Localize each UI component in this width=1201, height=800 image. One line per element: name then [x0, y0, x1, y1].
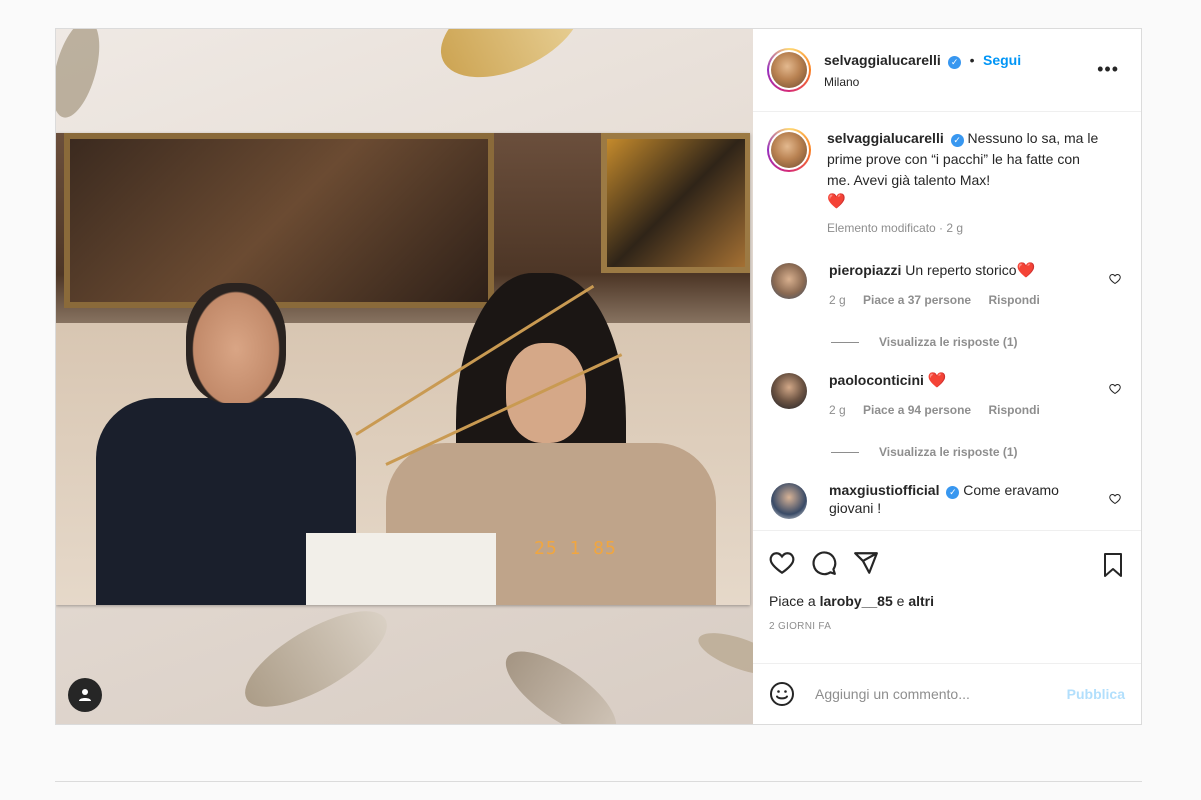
comment-item: paoloconticini ❤️ 2 g Piace a 94 persone… [767, 371, 1125, 419]
photo-paper-bag [306, 533, 496, 605]
heart-emoji: ❤️ [827, 193, 846, 210]
likes-suffix: e [896, 593, 905, 609]
comment-likes[interactable]: Piace a 94 persone [863, 403, 971, 417]
post-header: selvaggialucarelli ✓ • Segui Milano ••• [753, 29, 1141, 112]
feather-decoration [231, 593, 401, 724]
caption-avatar[interactable] [767, 128, 811, 172]
likes-prefix: Piace a [769, 593, 816, 609]
separator-dot: • [969, 51, 975, 68]
commenter-username[interactable]: pieropiazzi [829, 262, 901, 278]
vintage-photo: 25 1 85 [56, 133, 750, 605]
emoji-smiley-icon[interactable] [769, 681, 795, 707]
likes-user-link[interactable]: laroby__85 [820, 593, 893, 609]
likes-others-link[interactable]: altri [908, 593, 934, 609]
follow-button[interactable]: Segui [983, 52, 1021, 68]
commenter-username[interactable]: paoloconticini [829, 372, 924, 388]
post-location[interactable]: Milano [824, 75, 1021, 89]
feather-decoration [56, 29, 109, 123]
tagged-users-button[interactable] [68, 678, 102, 712]
more-options-icon[interactable]: ••• [1097, 59, 1119, 80]
comment-item: maxgiustiofficial ✓ Come eravamo giovani… [767, 481, 1125, 519]
replies-divider [831, 451, 859, 453]
caption-username[interactable]: selvaggialucarelli [827, 130, 944, 146]
caption-meta: Elemento modificato · 2 g [827, 221, 964, 235]
replies-divider [831, 341, 859, 343]
like-heart-icon[interactable] [769, 550, 795, 576]
heart-emoji: ❤️ [927, 372, 947, 389]
post-actions: Piace a laroby__85 e altri 2 giorni fa [753, 530, 1141, 663]
view-replies-button[interactable]: Visualizza le risposte (1) [831, 335, 1125, 349]
user-icon [79, 689, 91, 701]
photo-woman-face [506, 343, 586, 443]
feather-decoration [493, 636, 629, 724]
commenter-avatar[interactable] [771, 263, 807, 299]
likes-summary: Piace a laroby__85 e altri [769, 593, 1127, 609]
author-meta: selvaggialucarelli ✓ • Segui Milano [824, 52, 1021, 89]
like-comment-icon[interactable] [1109, 383, 1121, 398]
verified-badge-icon: ✓ [948, 55, 962, 69]
verified-badge-icon: ✓ [946, 486, 960, 499]
commenter-avatar[interactable] [771, 373, 807, 409]
reply-button[interactable]: Rispondi [988, 293, 1039, 307]
comment-text: Un reperto storico [905, 262, 1017, 278]
author-username[interactable]: selvaggialucarelli [824, 52, 941, 68]
like-comment-icon[interactable] [1109, 273, 1121, 288]
commenter-username[interactable]: maxgiustiofficial [829, 482, 939, 498]
footer-divider [55, 781, 1142, 782]
heart-emoji: ❤️ [1016, 262, 1036, 279]
view-replies-button[interactable]: Visualizza le risposte (1) [831, 445, 1125, 459]
comments-list[interactable]: selvaggialucarelli ✓ Nessuno lo sa, ma l… [753, 112, 1141, 530]
comment-age[interactable]: 2 g [829, 293, 846, 307]
post-caption: selvaggialucarelli ✓ Nessuno lo sa, ma l… [767, 128, 1125, 239]
photo-man-head [186, 283, 286, 403]
photo-date-stamp: 25 1 85 [534, 538, 617, 559]
reply-button[interactable]: Rispondi [988, 403, 1039, 417]
action-icons-row [769, 537, 1127, 589]
post-date[interactable]: 2 giorni fa [769, 621, 1127, 632]
photo-painting [601, 133, 750, 273]
comment-bubble-icon[interactable] [811, 550, 837, 576]
share-paper-plane-icon[interactable] [853, 550, 879, 576]
author-avatar[interactable] [767, 48, 811, 92]
publish-button[interactable]: Pubblica [1067, 686, 1125, 702]
commenter-avatar[interactable] [771, 483, 807, 519]
like-comment-icon[interactable] [1109, 493, 1121, 508]
feather-decoration [426, 29, 596, 97]
photo-painting [64, 133, 494, 308]
instagram-post: 25 1 85 selvaggialucarelli ✓ • Segui Mil… [55, 28, 1142, 725]
comment-item: pieropiazzi Un reperto storico❤️ 2 g Pia… [767, 261, 1125, 309]
add-comment-bar: Pubblica [753, 663, 1141, 724]
view-replies-label[interactable]: Visualizza le risposte (1) [879, 445, 1018, 459]
post-sidebar: selvaggialucarelli ✓ • Segui Milano ••• … [753, 29, 1141, 724]
view-replies-label[interactable]: Visualizza le risposte (1) [879, 335, 1018, 349]
bookmark-save-icon[interactable] [1101, 552, 1125, 578]
feather-decoration [693, 624, 753, 684]
comment-input[interactable] [815, 686, 1067, 702]
post-media[interactable]: 25 1 85 [56, 29, 753, 724]
comment-age[interactable]: 2 g [829, 403, 846, 417]
comment-likes[interactable]: Piace a 37 persone [863, 293, 971, 307]
verified-badge-icon: ✓ [950, 134, 964, 147]
